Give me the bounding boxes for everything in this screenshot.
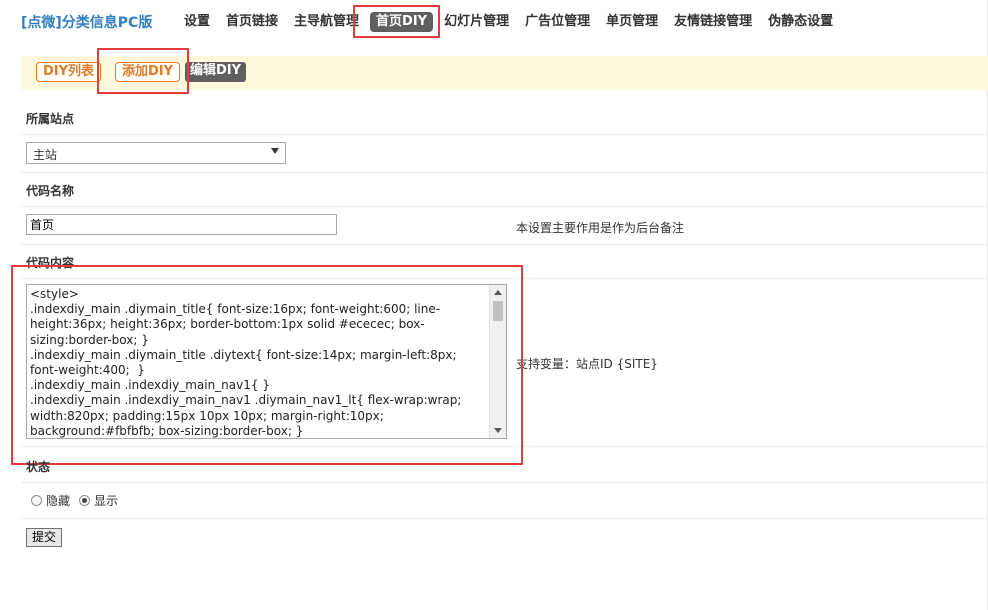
name-label: 代码名称 [26, 184, 75, 198]
name-input[interactable] [26, 214, 337, 235]
name-hint: 本设置主要作用是作为后台备注 [516, 221, 685, 235]
scroll-thumb[interactable] [493, 301, 503, 321]
scroll-down-icon[interactable] [494, 428, 502, 433]
content-label: 代码内容 [26, 256, 75, 270]
divider [21, 206, 988, 207]
site-label: 所属站点 [26, 112, 75, 126]
site-select[interactable]: 主站 [26, 142, 286, 164]
chevron-down-icon [271, 148, 279, 154]
radio-hide-label[interactable]: 隐藏 [46, 492, 70, 509]
tab-add-diy[interactable]: 添加DIY [115, 62, 181, 82]
divider [21, 446, 988, 447]
radio-show-label[interactable]: 显示 [94, 492, 118, 509]
radio-show[interactable] [79, 495, 91, 506]
nav-item-main-nav[interactable]: 主导航管理 [294, 13, 359, 31]
nav-item-home-diy[interactable]: 首页DIY [370, 12, 434, 32]
divider [21, 172, 988, 173]
site-select-value: 主站 [33, 148, 58, 162]
content-hint: 支持变量：站点ID {SITE} [516, 357, 658, 371]
submit-button[interactable]: 提交 [26, 528, 62, 547]
status-label: 状态 [26, 460, 51, 474]
divider [21, 518, 988, 519]
status-radio-group: 隐藏 显示 [31, 492, 127, 509]
divider [21, 482, 988, 483]
app-brand[interactable]: [点微]分类信息PC版 [21, 12, 152, 32]
nav-item-home-links[interactable]: 首页链接 [226, 13, 278, 31]
subtab-bar: DIY列表 添加DIY 编辑DIY [21, 56, 988, 90]
nav-item-slides[interactable]: 幻灯片管理 [444, 13, 509, 31]
tab-edit-diy[interactable]: 编辑DIY [185, 62, 247, 82]
nav-item-settings[interactable]: 设置 [184, 13, 210, 31]
divider [21, 278, 988, 279]
top-navigation: [点微]分类信息PC版 设置 首页链接 主导航管理 首页DIY 幻灯片管理 广告… [0, 0, 988, 44]
nav-item-ads[interactable]: 广告位管理 [525, 13, 590, 31]
scroll-up-icon[interactable] [494, 290, 502, 295]
main-nav: 设置 首页链接 主导航管理 首页DIY 幻灯片管理 广告位管理 单页管理 友情链… [184, 12, 849, 32]
code-content: <style> .indexdiy_main .diymain_title{ f… [30, 287, 462, 438]
nav-item-rewrite[interactable]: 伪静态设置 [768, 13, 833, 31]
code-textarea[interactable]: <style> .indexdiy_main .diymain_title{ f… [26, 284, 507, 439]
divider [21, 244, 988, 245]
tab-diy-list[interactable]: DIY列表 [36, 62, 102, 82]
divider [21, 134, 988, 135]
nav-item-pages[interactable]: 单页管理 [606, 13, 658, 31]
nav-item-friend-links[interactable]: 友情链接管理 [674, 13, 752, 31]
textarea-scrollbar[interactable] [489, 285, 506, 438]
radio-hide[interactable] [31, 495, 42, 506]
